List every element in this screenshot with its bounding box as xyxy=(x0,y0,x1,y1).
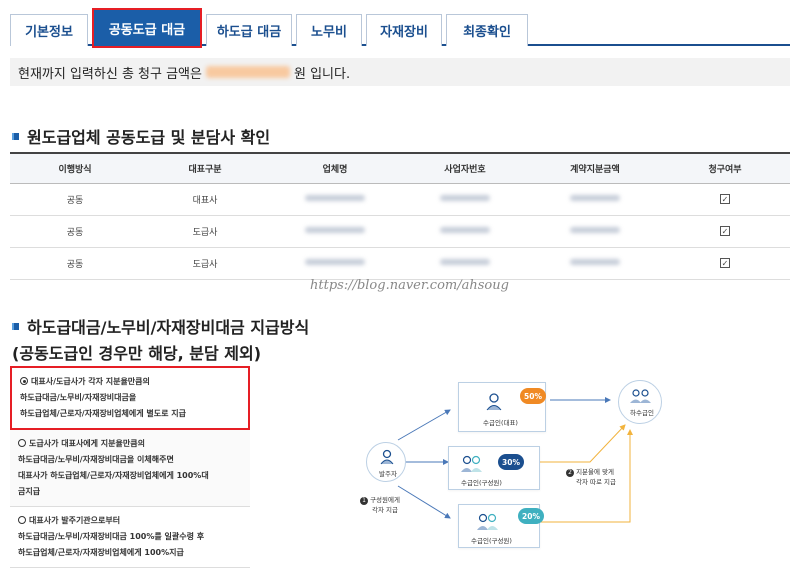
cell-type: 도급사 xyxy=(140,247,270,280)
radio-selected-icon[interactable] xyxy=(20,377,28,385)
option-text: 하도급업체/근로자/자재장비업체에게 별도로 지급 xyxy=(20,409,186,418)
col-contract-amount: 계약지분금액 xyxy=(530,152,660,184)
section2-subheading: (공동도급인 경우만 해당, 분담 제외) xyxy=(12,340,261,364)
option-text: 대표사/도급사가 각자 지분율만큼의 xyxy=(31,377,150,386)
orderer-node: 발주자 xyxy=(366,442,406,482)
tab-final-check[interactable]: 최종확인 xyxy=(446,14,528,46)
claim-checkbox[interactable]: ✓ xyxy=(720,225,730,236)
tab-materials[interactable]: 자재장비 xyxy=(366,14,442,46)
cell-method: 공동 xyxy=(10,215,140,248)
section1-heading: 원도급업체 공동도급 및 분담사 확인 xyxy=(12,124,270,148)
share-30-badge: 30% xyxy=(498,454,524,470)
radio-icon[interactable] xyxy=(18,439,26,447)
cell-claim[interactable]: ✓ xyxy=(660,183,790,216)
note1-text: 구성원에게 xyxy=(370,496,400,504)
cell-company xyxy=(270,247,400,280)
cell-company xyxy=(270,215,400,248)
cell-biz-number xyxy=(400,183,530,216)
heading-bullet-icon xyxy=(12,132,19,140)
rep-label: 수급인(대표) xyxy=(483,419,518,427)
cell-method: 공동 xyxy=(10,247,140,280)
cell-type: 도급사 xyxy=(140,215,270,248)
col-type: 대표구분 xyxy=(140,152,270,184)
col-method: 이행방식 xyxy=(10,152,140,184)
tab-label: 기본정보 xyxy=(25,25,73,40)
cell-claim[interactable]: ✓ xyxy=(660,215,790,248)
member1-label: 수급인(구성원) xyxy=(461,479,502,487)
joint-contractor-table: 이행방식 대표구분 업체명 사업자번호 계약지분금액 청구여부 공동 대표사 ✓… xyxy=(10,152,790,280)
cell-claim[interactable]: ✓ xyxy=(660,247,790,280)
tab-label: 자재장비 xyxy=(380,25,428,40)
table-row: 공동 도급사 ✓ xyxy=(10,247,790,280)
option-text: 하도급업체/근로자/자재장비업체에게 100%지급 xyxy=(18,548,184,557)
tab-joint-contract[interactable]: 공동도급 대금 xyxy=(92,8,202,48)
claim-checkbox[interactable]: ✓ xyxy=(720,193,730,204)
people-icon xyxy=(461,455,482,472)
person-icon xyxy=(486,393,502,411)
option-text: 하도급대금/노무비/자재장비대금 100%를 일괄수령 후 xyxy=(18,532,205,541)
member2-label: 수급인(구성원) xyxy=(471,537,512,545)
section1-title: 원도급업체 공동도급 및 분담사 확인 xyxy=(27,128,271,147)
cell-method: 공동 xyxy=(10,183,140,216)
tab-label: 노무비 xyxy=(311,25,347,40)
people-icon xyxy=(477,513,498,530)
notice-suffix: 원 입니다. xyxy=(293,66,351,82)
col-claim: 청구여부 xyxy=(660,152,790,184)
option-text: 하도급대금/노무비/자재장비대금을 xyxy=(20,393,137,402)
payment-option-via-rep[interactable]: 도급사가 대표사에게 지분율만큼의 하도급대금/노무비/자재장비대금을 이체해주… xyxy=(10,430,250,507)
cell-amount xyxy=(530,215,660,248)
section2-heading: 하도급대금/노무비/자재장비대금 지급방식 xyxy=(12,314,309,338)
note2-text2: 각자 따로 지급 xyxy=(576,478,617,486)
redacted-amount xyxy=(205,66,290,78)
member1-box: 수급인(구성원) xyxy=(448,446,540,490)
tab-label: 공동도급 대금 xyxy=(108,22,186,38)
heading-bullet-icon xyxy=(12,322,19,330)
notice-prefix: 현재까지 입력하신 총 청구 금액은 xyxy=(18,66,202,82)
subcontractor-node: 하수급인 xyxy=(618,380,662,424)
tab-basic-info[interactable]: 기본정보 xyxy=(10,14,88,46)
claim-checkbox[interactable]: ✓ xyxy=(720,257,730,268)
option-text: 금지급 xyxy=(18,487,41,496)
share-50-badge: 50% xyxy=(520,388,546,404)
total-amount-notice: 현재까지 입력하신 총 청구 금액은 원 입니다. xyxy=(10,58,790,86)
radio-icon[interactable] xyxy=(18,516,26,524)
cell-biz-number xyxy=(400,247,530,280)
tab-bar: 기본정보 공동도급 대금 하도급 대금 노무비 자재장비 최종확인 xyxy=(10,6,790,48)
tab-labor[interactable]: 노무비 xyxy=(296,14,362,46)
orderer-label: 발주자 xyxy=(379,470,397,478)
tab-label: 최종확인 xyxy=(463,25,511,40)
note2-text: 지분율에 맞게 xyxy=(576,468,615,476)
subcontractor-label: 하수급인 xyxy=(630,409,654,417)
option-text: 대표사가 발주기관으로부터 xyxy=(29,516,121,525)
cell-biz-number xyxy=(400,215,530,248)
step2-badge: 2 xyxy=(566,469,574,477)
people-icon xyxy=(630,389,651,403)
person-icon xyxy=(380,449,394,465)
col-company: 업체명 xyxy=(270,152,400,184)
note1-text2: 각자 지급 xyxy=(372,506,398,514)
cell-amount xyxy=(530,183,660,216)
blog-watermark: https://blog.naver.com/ahsoug xyxy=(310,278,509,293)
table-row: 공동 도급사 ✓ xyxy=(10,215,790,248)
col-biz-number: 사업자번호 xyxy=(400,152,530,184)
share-20-badge: 20% xyxy=(518,508,544,524)
section2-title: 하도급대금/노무비/자재장비대금 지급방식 xyxy=(27,318,310,337)
option-text: 도급사가 대표사에게 지분율만큼의 xyxy=(29,439,145,448)
option-text: 하도급대금/노무비/자재장비대금을 이체해주면 xyxy=(18,455,174,464)
payment-option-lump-sum[interactable]: 대표사가 발주기관으로부터 하도급대금/노무비/자재장비대금 100%를 일괄수… xyxy=(10,507,250,568)
payment-option-separate[interactable]: 대표사/도급사가 각자 지분율만큼의 하도급대금/노무비/자재장비대금을 하도급… xyxy=(10,366,250,430)
table-row: 공동 대표사 ✓ xyxy=(10,183,790,216)
step1-badge: 1 xyxy=(360,497,368,505)
option-text: 대표사가 하도급업체/근로자/자재장비업체에게 100%대 xyxy=(18,471,209,480)
tab-subcontract[interactable]: 하도급 대금 xyxy=(206,14,292,46)
cell-amount xyxy=(530,247,660,280)
payment-flow-diagram: 발주자 1 구성원에게 각자 지급 수급인(대표) 50% 수급인(구성원) 3… xyxy=(340,370,800,570)
section2-subtitle: (공동도급인 경우만 해당, 분담 제외) xyxy=(12,344,262,363)
payment-method-options: 대표사/도급사가 각자 지분율만큼의 하도급대금/노무비/자재장비대금을 하도급… xyxy=(10,366,250,568)
tab-label: 하도급 대금 xyxy=(216,25,282,40)
cell-type: 대표사 xyxy=(140,183,270,216)
cell-company xyxy=(270,183,400,216)
